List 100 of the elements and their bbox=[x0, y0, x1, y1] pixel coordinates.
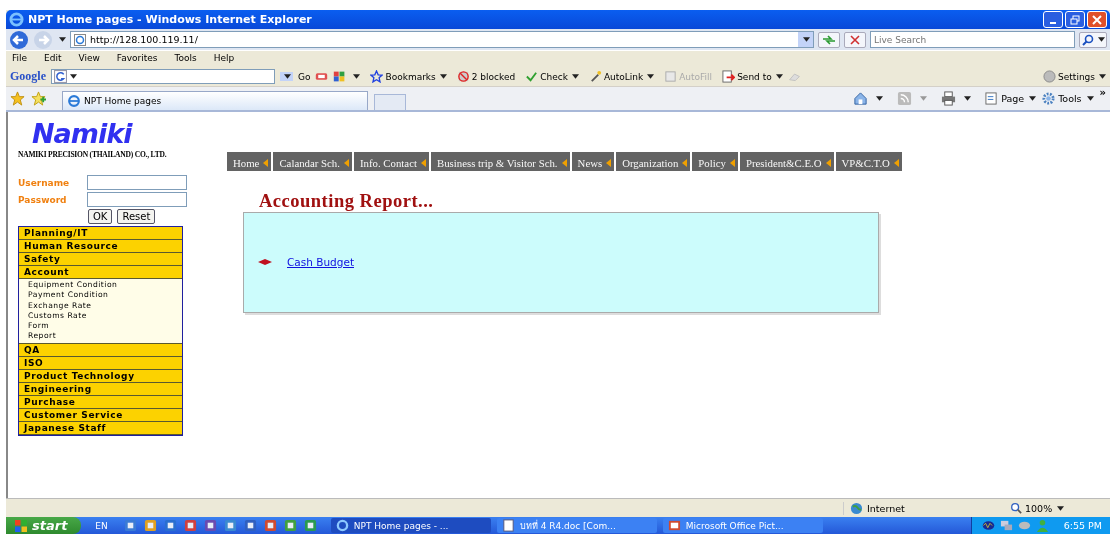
restore-button[interactable] bbox=[1065, 11, 1085, 28]
network-monitor-icon[interactable] bbox=[981, 519, 995, 532]
minimize-button[interactable] bbox=[1043, 11, 1063, 28]
nav-tab[interactable]: VP&C.T.O bbox=[835, 152, 902, 171]
left-arrow-icon bbox=[825, 159, 831, 167]
toolbar-button[interactable]: Check bbox=[525, 70, 579, 83]
taskbar-button[interactable]: บทที่ 4 R4.doc [Com... bbox=[496, 518, 657, 533]
back-button[interactable] bbox=[9, 29, 29, 50]
spellcheck-icon bbox=[525, 70, 539, 83]
clock: 6:55 PM bbox=[1063, 520, 1102, 531]
quick-launch-icon[interactable] bbox=[283, 519, 297, 532]
close-button[interactable] bbox=[1087, 11, 1107, 28]
menu-item[interactable]: Edit bbox=[44, 53, 62, 67]
windows-flag-icon bbox=[14, 518, 28, 533]
window-title: NPT Home pages - Windows Internet Explorer bbox=[28, 13, 313, 26]
browser-logo-icon bbox=[9, 12, 24, 27]
caret-icon bbox=[353, 74, 361, 79]
search-engine-icon bbox=[54, 70, 67, 83]
toolbar-button[interactable]: Send to bbox=[722, 70, 783, 83]
gear-icon bbox=[1042, 92, 1056, 105]
browser-tab[interactable]: NPT Home pages bbox=[62, 91, 368, 110]
menu-item[interactable]: Tools bbox=[174, 53, 197, 67]
browser-logo-icon bbox=[67, 94, 81, 108]
toolbar-button[interactable]: 2 blocked bbox=[456, 70, 516, 83]
username-label: Username bbox=[18, 177, 71, 188]
form-button[interactable]: Reset bbox=[117, 209, 156, 224]
sidebar-item[interactable]: Safety bbox=[19, 253, 182, 266]
command-button[interactable]: Page bbox=[985, 92, 1037, 105]
print-icon[interactable] bbox=[941, 91, 957, 106]
quick-launch-icon[interactable] bbox=[243, 519, 257, 532]
start-button[interactable]: start bbox=[6, 517, 82, 534]
stop-button[interactable] bbox=[844, 31, 866, 48]
quick-launch-icon[interactable] bbox=[303, 519, 317, 532]
picture-viewer-icon bbox=[667, 519, 681, 532]
zoom-icon bbox=[1010, 502, 1022, 514]
taskbar-button[interactable]: Microsoft Office Pict... bbox=[662, 518, 823, 533]
quick-launch-icon[interactable] bbox=[163, 519, 177, 532]
refresh-icon bbox=[822, 34, 836, 45]
zoom-button[interactable]: 100% bbox=[1010, 502, 1090, 514]
blocked-popup-icon bbox=[456, 70, 470, 83]
caret-icon bbox=[1029, 96, 1037, 101]
sidebar-item[interactable]: Human Resource bbox=[19, 240, 182, 253]
go-button[interactable]: Go bbox=[298, 71, 311, 82]
caret-icon bbox=[876, 96, 884, 101]
quick-launch-icon[interactable] bbox=[203, 519, 217, 532]
left-arrow-icon bbox=[561, 159, 567, 167]
nav-tab[interactable]: Policy bbox=[692, 152, 738, 171]
username-field[interactable] bbox=[87, 175, 187, 190]
command-button[interactable]: Tools bbox=[1042, 92, 1094, 105]
address-field[interactable]: http://128.100.119.11/ bbox=[70, 31, 814, 48]
toolbar-button[interactable]: AutoLink bbox=[588, 70, 655, 83]
puzzle-icon[interactable] bbox=[333, 70, 347, 83]
left-arrow-icon bbox=[729, 159, 735, 167]
taskbar-button[interactable]: NPT Home pages - ... bbox=[330, 518, 491, 533]
page-icon bbox=[74, 33, 86, 46]
toolbar-button[interactable]: Bookmarks bbox=[370, 70, 447, 83]
menu-item[interactable]: Favorites bbox=[116, 53, 158, 67]
nav-tab[interactable]: Business trip & Visitor Sch. bbox=[430, 152, 570, 171]
home-icon[interactable] bbox=[853, 91, 869, 106]
sidebar-item[interactable]: Account bbox=[19, 266, 182, 279]
caret-icon bbox=[1099, 74, 1106, 79]
form-button[interactable]: OK bbox=[88, 209, 113, 224]
more-commands-button[interactable]: » bbox=[1099, 87, 1106, 98]
favorites-star-icon[interactable] bbox=[10, 91, 25, 106]
nav-tab[interactable]: Home bbox=[227, 152, 272, 171]
left-arrow-icon bbox=[420, 159, 426, 167]
google-search-field[interactable] bbox=[51, 69, 275, 84]
refresh-button[interactable] bbox=[818, 31, 840, 48]
search-field[interactable]: Live Search bbox=[870, 31, 1075, 48]
sidebar-item[interactable]: Planning/IT bbox=[19, 227, 182, 240]
settings-button[interactable]: Settings bbox=[1043, 70, 1106, 83]
restore-icon bbox=[1070, 14, 1080, 25]
caret-icon bbox=[1086, 96, 1094, 101]
caret-icon bbox=[1097, 37, 1105, 42]
nav-tab[interactable]: News bbox=[571, 152, 615, 171]
news-icon[interactable] bbox=[315, 70, 329, 83]
report-link[interactable]: Cash Budget bbox=[287, 256, 354, 268]
caret-icon bbox=[1057, 505, 1065, 511]
quick-launch-icon[interactable] bbox=[223, 519, 237, 532]
document-icon bbox=[501, 519, 515, 532]
page-heading: Accounting Report... bbox=[259, 191, 435, 212]
nav-tab[interactable]: Calandar Sch. bbox=[273, 152, 352, 171]
password-field[interactable] bbox=[87, 192, 187, 207]
search-icon bbox=[1081, 33, 1094, 46]
menu-item[interactable]: View bbox=[78, 53, 100, 67]
nav-tab[interactable]: Organization bbox=[616, 152, 691, 171]
quick-launch-icon[interactable] bbox=[143, 519, 157, 532]
quick-launch-icon[interactable] bbox=[123, 519, 137, 532]
add-favorite-icon[interactable] bbox=[31, 91, 46, 106]
caret-icon bbox=[920, 96, 928, 101]
nav-tab[interactable]: President&C.E.O bbox=[739, 152, 834, 171]
quick-launch-icon[interactable] bbox=[183, 519, 197, 532]
language-indicator[interactable]: EN bbox=[95, 520, 108, 531]
caret-icon bbox=[439, 74, 447, 79]
menu-item[interactable]: File bbox=[12, 53, 28, 67]
menu-item[interactable]: Help bbox=[213, 53, 235, 67]
browser-logo-icon bbox=[335, 519, 349, 532]
search-button[interactable] bbox=[1079, 31, 1107, 48]
nav-tab[interactable]: Info. Contact bbox=[353, 152, 429, 171]
quick-launch-icon[interactable] bbox=[263, 519, 277, 532]
